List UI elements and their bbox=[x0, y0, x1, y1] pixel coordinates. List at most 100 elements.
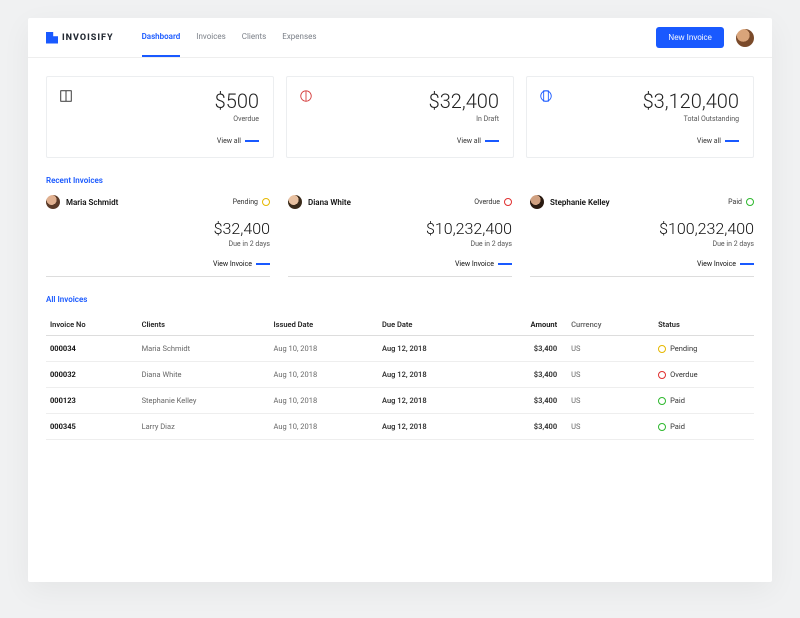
table-row[interactable]: 000034 Maria Schmidt Aug 10, 2018 Aug 12… bbox=[46, 336, 754, 362]
app-frame: INVOISIFY Dashboard Invoices Clients Exp… bbox=[28, 18, 772, 582]
th-amount[interactable]: Amount bbox=[489, 314, 562, 336]
summary-label: Overdue bbox=[61, 115, 259, 123]
cell-status: Pending bbox=[654, 336, 754, 362]
all-invoices-title: All Invoices bbox=[46, 295, 754, 304]
nav-expenses[interactable]: Expenses bbox=[282, 18, 316, 57]
recent-due: Due in 2 days bbox=[530, 240, 754, 248]
th-status[interactable]: Status bbox=[654, 314, 754, 336]
recent-amount: $100,232,400 bbox=[530, 219, 754, 238]
recent-invoices: Maria Schmidt Pending $32,400 Due in 2 d… bbox=[46, 195, 754, 277]
logo-text: INVOISIFY bbox=[62, 33, 114, 43]
nav-invoices[interactable]: Invoices bbox=[196, 18, 225, 57]
status-badge: Overdue bbox=[474, 198, 512, 206]
cell-issued: Aug 10, 2018 bbox=[269, 336, 378, 362]
cell-invoice-no: 000123 bbox=[46, 388, 138, 414]
recent-invoice-card: Diana White Overdue $10,232,400 Due in 2… bbox=[288, 195, 512, 277]
status-badge: Pending bbox=[233, 198, 270, 206]
link-dash-icon bbox=[245, 140, 259, 142]
recent-person[interactable]: Maria Schmidt bbox=[46, 195, 118, 209]
recent-invoice-card: Maria Schmidt Pending $32,400 Due in 2 d… bbox=[46, 195, 270, 277]
th-clients[interactable]: Clients bbox=[138, 314, 270, 336]
recent-due: Due in 2 days bbox=[46, 240, 270, 248]
summary-label: In Draft bbox=[301, 115, 499, 123]
table-row[interactable]: 000032 Diana White Aug 10, 2018 Aug 12, … bbox=[46, 362, 754, 388]
cell-status: Paid bbox=[654, 414, 754, 440]
content: $500 Overdue View all $32,400 In Draft V… bbox=[28, 58, 772, 458]
recent-amount: $32,400 bbox=[46, 219, 270, 238]
recent-name: Maria Schmidt bbox=[66, 198, 118, 207]
nav: Dashboard Invoices Clients Expenses bbox=[142, 18, 317, 57]
summary-view-all[interactable]: View all bbox=[61, 137, 259, 145]
recent-person[interactable]: Diana White bbox=[288, 195, 351, 209]
view-invoice-link[interactable]: View Invoice bbox=[288, 260, 512, 268]
status-pending-icon bbox=[262, 198, 270, 206]
status-paid-icon bbox=[658, 397, 666, 405]
table-header-row: Invoice No Clients Issued Date Due Date … bbox=[46, 314, 754, 336]
cell-due: Aug 12, 2018 bbox=[378, 414, 489, 440]
avatar-icon bbox=[288, 195, 302, 209]
cell-amount: $3,400 bbox=[489, 414, 562, 440]
status-paid-icon bbox=[658, 423, 666, 431]
cell-issued: Aug 10, 2018 bbox=[269, 362, 378, 388]
link-dash-icon bbox=[740, 263, 754, 265]
cell-amount: $3,400 bbox=[489, 388, 562, 414]
table-row[interactable]: 000123 Stephanie Kelley Aug 10, 2018 Aug… bbox=[46, 388, 754, 414]
th-due[interactable]: Due Date bbox=[378, 314, 489, 336]
recent-person[interactable]: Stephanie Kelley bbox=[530, 195, 610, 209]
recent-due: Due in 2 days bbox=[288, 240, 512, 248]
new-invoice-button[interactable]: New Invoice bbox=[656, 27, 724, 48]
cell-currency: US bbox=[561, 336, 654, 362]
summary-amount: $32,400 bbox=[301, 89, 499, 113]
nav-clients[interactable]: Clients bbox=[242, 18, 267, 57]
cell-currency: US bbox=[561, 414, 654, 440]
recent-invoices-title: Recent Invoices bbox=[46, 176, 754, 185]
cell-invoice-no: 000034 bbox=[46, 336, 138, 362]
user-avatar[interactable] bbox=[736, 29, 754, 47]
link-dash-icon bbox=[256, 263, 270, 265]
summary-view-all[interactable]: View all bbox=[541, 137, 739, 145]
cell-issued: Aug 10, 2018 bbox=[269, 414, 378, 440]
cell-due: Aug 12, 2018 bbox=[378, 336, 489, 362]
overdue-icon bbox=[59, 89, 73, 103]
nav-dashboard[interactable]: Dashboard bbox=[142, 18, 181, 57]
cell-invoice-no: 000032 bbox=[46, 362, 138, 388]
cell-issued: Aug 10, 2018 bbox=[269, 388, 378, 414]
invoices-table: Invoice No Clients Issued Date Due Date … bbox=[46, 314, 754, 440]
cell-invoice-no: 000345 bbox=[46, 414, 138, 440]
table-row[interactable]: 000345 Larry Diaz Aug 10, 2018 Aug 12, 2… bbox=[46, 414, 754, 440]
outstanding-icon bbox=[539, 89, 553, 103]
cell-client: Maria Schmidt bbox=[138, 336, 270, 362]
recent-name: Diana White bbox=[308, 198, 351, 207]
status-pending-icon bbox=[658, 345, 666, 353]
view-invoice-link[interactable]: View Invoice bbox=[530, 260, 754, 268]
summary-view-all[interactable]: View all bbox=[301, 137, 499, 145]
summary-card-outstanding: $3,120,400 Total Outstanding View all bbox=[526, 76, 754, 158]
cell-amount: $3,400 bbox=[489, 362, 562, 388]
summary-card-overdue: $500 Overdue View all bbox=[46, 76, 274, 158]
summary-label: Total Outstanding bbox=[541, 115, 739, 123]
cell-client: Stephanie Kelley bbox=[138, 388, 270, 414]
recent-name: Stephanie Kelley bbox=[550, 198, 610, 207]
view-invoice-link[interactable]: View Invoice bbox=[46, 260, 270, 268]
draft-icon bbox=[299, 89, 313, 103]
recent-amount: $10,232,400 bbox=[288, 219, 512, 238]
cell-status: Paid bbox=[654, 388, 754, 414]
th-issued[interactable]: Issued Date bbox=[269, 314, 378, 336]
status-badge: Paid bbox=[728, 198, 754, 206]
cell-client: Larry Diaz bbox=[138, 414, 270, 440]
cell-due: Aug 12, 2018 bbox=[378, 388, 489, 414]
status-overdue-icon bbox=[658, 371, 666, 379]
recent-invoice-card: Stephanie Kelley Paid $100,232,400 Due i… bbox=[530, 195, 754, 277]
logo[interactable]: INVOISIFY bbox=[46, 32, 114, 44]
cell-currency: US bbox=[561, 362, 654, 388]
link-dash-icon bbox=[485, 140, 499, 142]
cell-due: Aug 12, 2018 bbox=[378, 362, 489, 388]
summary-amount: $3,120,400 bbox=[541, 89, 739, 113]
header: INVOISIFY Dashboard Invoices Clients Exp… bbox=[28, 18, 772, 58]
link-dash-icon bbox=[498, 263, 512, 265]
th-invoice-no[interactable]: Invoice No bbox=[46, 314, 138, 336]
cell-amount: $3,400 bbox=[489, 336, 562, 362]
link-dash-icon bbox=[725, 140, 739, 142]
summary-card-draft: $32,400 In Draft View all bbox=[286, 76, 514, 158]
th-currency[interactable]: Currency bbox=[561, 314, 654, 336]
